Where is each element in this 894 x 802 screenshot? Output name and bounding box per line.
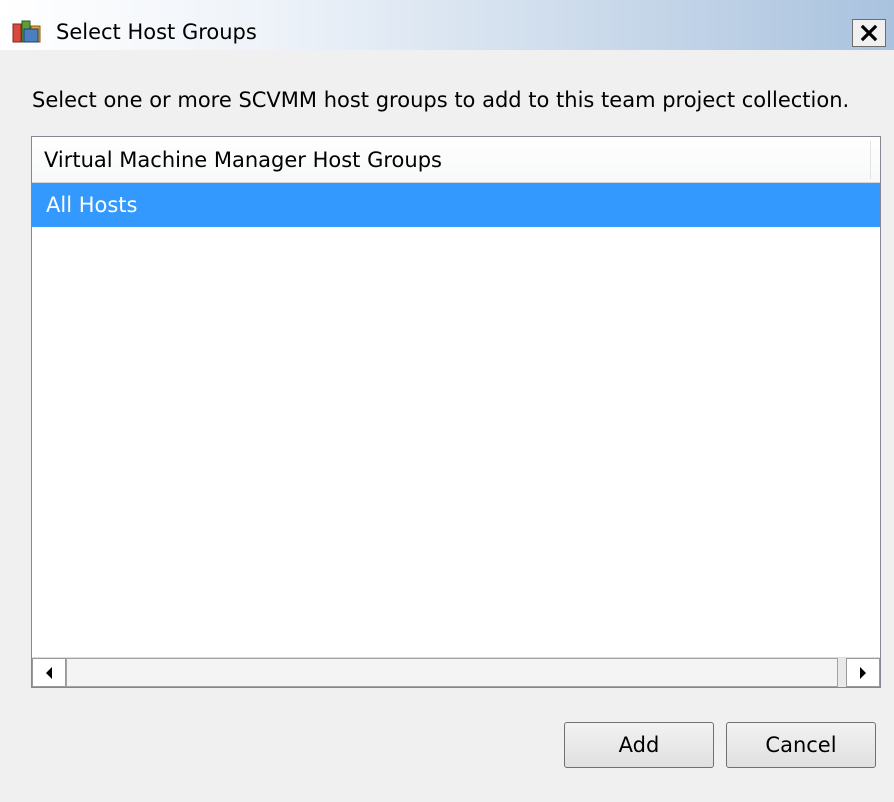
cancel-button[interactable]: Cancel [726, 722, 876, 768]
column-header-label: Virtual Machine Manager Host Groups [44, 148, 442, 172]
scroll-left-button[interactable] [32, 658, 66, 687]
host-groups-list[interactable]: Virtual Machine Manager Host Groups All … [31, 136, 881, 688]
scvmm-app-icon [12, 20, 42, 44]
column-header[interactable]: Virtual Machine Manager Host Groups [32, 137, 880, 183]
arrow-left-icon [46, 667, 52, 679]
instruction-text: Select one or more SCVMM host groups to … [32, 88, 850, 112]
column-divider[interactable] [870, 141, 871, 179]
select-host-groups-dialog: Select Host Groups Select one or more SC… [0, 0, 894, 802]
close-icon [860, 24, 878, 42]
add-button[interactable]: Add [564, 722, 714, 768]
arrow-right-icon [860, 667, 866, 679]
list-item-label: All Hosts [46, 193, 138, 217]
scroll-thumb[interactable] [66, 658, 838, 687]
horizontal-scrollbar[interactable] [32, 657, 880, 687]
list-item[interactable]: All Hosts [32, 183, 880, 227]
title-bar[interactable]: Select Host Groups [0, 0, 894, 50]
close-button[interactable] [852, 19, 886, 47]
window-title: Select Host Groups [56, 20, 257, 44]
scroll-right-button[interactable] [846, 658, 880, 687]
